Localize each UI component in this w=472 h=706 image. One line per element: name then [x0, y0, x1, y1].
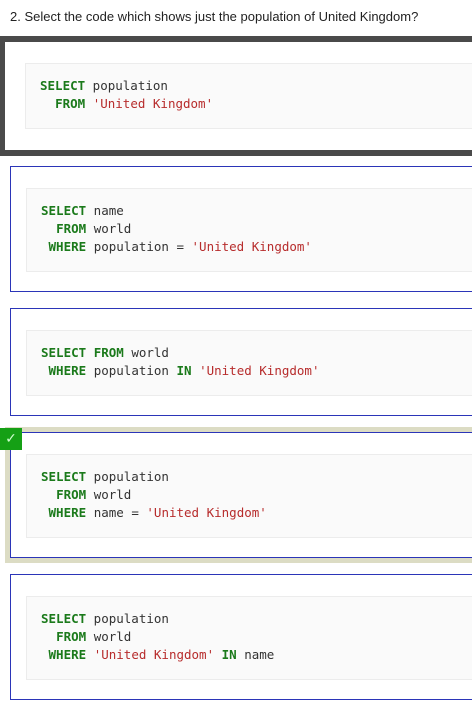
code-block: SELECT population FROM 'United Kingdom' — [25, 63, 472, 129]
code-line: SELECT population — [41, 469, 169, 484]
code-line: FROM world — [56, 629, 132, 644]
code-line: WHERE population IN 'United Kingdom' — [48, 363, 320, 378]
code-block: SELECT FROM world WHERE population IN 'U… — [26, 330, 472, 396]
code-line: FROM world — [56, 487, 132, 502]
code-line: SELECT name — [41, 203, 124, 218]
correct-check-icon: ✓ — [0, 428, 22, 450]
code-line: WHERE 'United Kingdom' IN name — [48, 647, 275, 662]
code-block: SELECT population FROM world WHERE name … — [26, 454, 472, 538]
code-line: FROM world — [56, 221, 132, 236]
answer-option-1[interactable]: SELECT population FROM 'United Kingdom' — [5, 42, 472, 150]
answer-option-5[interactable]: SELECT population FROM world WHERE 'Unit… — [10, 574, 472, 700]
code-line: FROM 'United Kingdom' — [55, 96, 214, 111]
code-line: WHERE name = 'United Kingdom' — [48, 505, 267, 520]
code-line: SELECT population — [41, 611, 169, 626]
code-block: SELECT population FROM world WHERE 'Unit… — [26, 596, 472, 680]
answer-option-3[interactable]: SELECT FROM world WHERE population IN 'U… — [10, 308, 472, 416]
answer-option-4[interactable]: SELECT population FROM world WHERE name … — [10, 432, 472, 558]
code-line: SELECT FROM world — [41, 345, 169, 360]
question-text: 2. Select the code which shows just the … — [10, 9, 419, 24]
answer-option-2[interactable]: SELECT name FROM world WHERE population … — [10, 166, 472, 292]
code-line: SELECT population — [40, 78, 168, 93]
code-block: SELECT name FROM world WHERE population … — [26, 188, 472, 272]
code-line: WHERE population = 'United Kingdom' — [48, 239, 312, 254]
